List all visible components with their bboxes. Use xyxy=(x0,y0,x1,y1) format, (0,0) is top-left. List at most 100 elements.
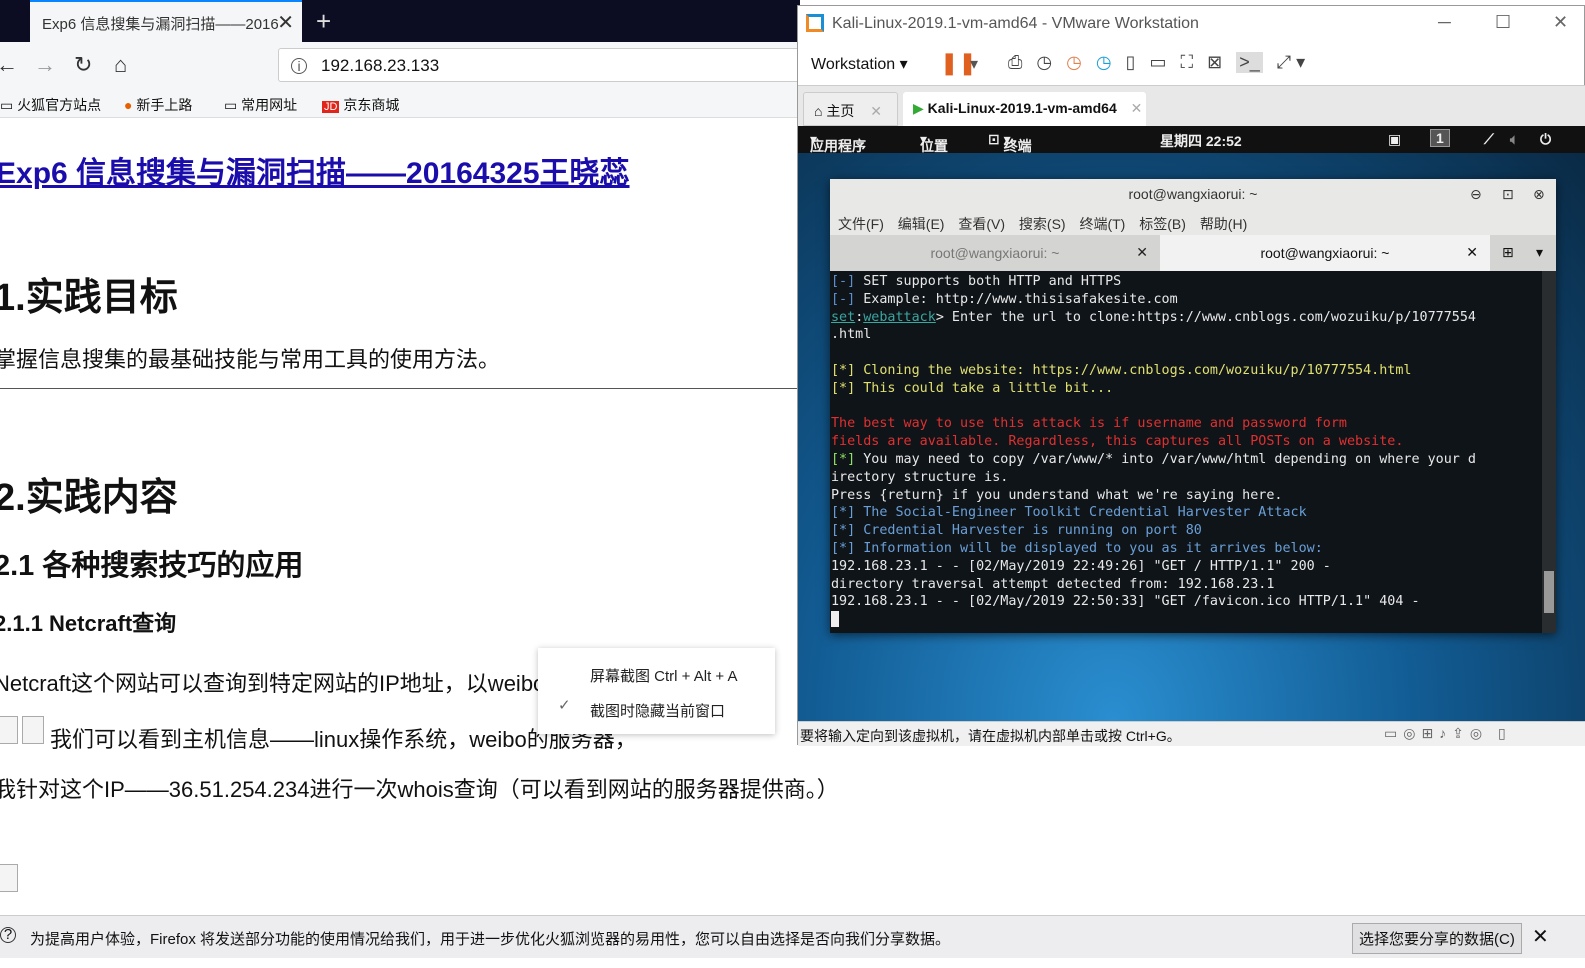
maximize-icon[interactable]: ☐ xyxy=(1495,12,1511,33)
terminal-line: 192.168.23.1 - - [02/May/2019 22:49:26] … xyxy=(831,558,1331,574)
reload-icon[interactable]: ↻ xyxy=(74,52,92,78)
menu-search[interactable]: 搜索(S) xyxy=(1019,216,1066,232)
stretch-icon[interactable]: ⤢ ▾ xyxy=(1277,52,1305,73)
menu-item-screenshot[interactable]: 屏幕截图 Ctrl + Alt + A xyxy=(590,665,738,686)
menu-edit[interactable]: 编辑(E) xyxy=(898,216,945,232)
vmware-window: Kali-Linux-2019.1-vm-amd64 - VMware Work… xyxy=(797,5,1585,746)
terminal-output[interactable]: [-] SET supports both HTTP and HTTPS [-] … xyxy=(830,271,1542,633)
terminal-line: [-] Example: http://www.thisisafakesite.… xyxy=(831,291,1178,307)
tab-title: Exp6 信息搜集与漏洞扫描——2016 xyxy=(42,16,279,33)
close-terminal-icon[interactable]: ⊗ xyxy=(1533,186,1545,203)
console-icon[interactable]: >_ xyxy=(1236,52,1263,73)
forward-icon[interactable]: → xyxy=(34,52,56,78)
toolbar-icons: ⎙ ◷ ◷ ◷ ▯ ▭ ⛶ ⊠ >_ ⤢ ▾ xyxy=(1008,52,1319,73)
heading-content: 2.实践内容 xyxy=(0,477,178,519)
vmware-tabs: ⌂ 主页 ✕ ▶ Kali-Linux-2019.1-vm-amd64 ✕ xyxy=(798,86,1585,126)
new-tab-icon[interactable]: ⊞ xyxy=(1502,244,1514,261)
vmware-title-bar: Kali-Linux-2019.1-vm-amd64 - VMware Work… xyxy=(798,6,1585,42)
dropdown-icon[interactable]: ▾ xyxy=(970,54,978,74)
volume-icon[interactable]: 🔈︎ xyxy=(1510,131,1518,148)
bookmark-getting-started[interactable]: ● 新手上路 xyxy=(124,95,192,115)
clock[interactable]: 星期四 22:52 xyxy=(1160,131,1242,151)
fullscreen-icon[interactable]: ⛶ xyxy=(1180,52,1193,73)
menu-tabs[interactable]: 标签(B) xyxy=(1139,216,1186,232)
navigation-bar: ← → ↻ ⌂ i 192.168.23.133 xyxy=(0,42,808,90)
heading-goal: 1.实践目标 xyxy=(0,277,178,319)
power-icon[interactable]: ⏻ xyxy=(1540,131,1551,148)
terminal-tabs: root@wangxiaorui: ~ ✕ root@wangxiaorui: ~… xyxy=(830,235,1556,271)
firefox-tab-bar: Exp6 信息搜集与漏洞扫描——2016 ✕ + xyxy=(0,0,800,42)
terminal-line: set:webattack> Enter the url to clone:ht… xyxy=(831,309,1476,325)
page-content: Exp6 信息搜集与漏洞扫描——20164325王晓蕊 1.实践目标 掌握信息搜… xyxy=(0,118,839,915)
menu-item-hide-window[interactable]: 截图时隐藏当前窗口 xyxy=(590,700,725,721)
snapshot-manager-icon[interactable]: ◷ xyxy=(1096,52,1112,73)
terminal-line: [*] This could take a little bit... xyxy=(831,380,1114,396)
close-notification-icon[interactable]: ✕ xyxy=(1532,924,1549,949)
menu-help[interactable]: 帮助(H) xyxy=(1200,216,1247,232)
menu-file[interactable]: 文件(F) xyxy=(838,216,884,232)
bookmark-firefox-site[interactable]: ▭ 火狐官方站点 xyxy=(0,95,101,115)
tab-kali-vm[interactable]: ▶ Kali-Linux-2019.1-vm-amd64 ✕ xyxy=(903,92,1146,126)
device-icons[interactable]: ▭◎⊞♪⇪◎ ▯ xyxy=(1384,725,1512,742)
minimize-icon[interactable]: ─ xyxy=(1438,12,1451,33)
thumbnail-icon[interactable]: ▭ xyxy=(1149,52,1166,73)
workstation-menu[interactable]: Workstation ▾ xyxy=(811,54,908,74)
info-icon[interactable]: i xyxy=(291,58,307,74)
applications-menu[interactable]: 应用程序 ▾ xyxy=(810,131,866,154)
article-title-link[interactable]: Exp6 信息搜集与漏洞扫描——20164325王晓蕊 xyxy=(0,148,630,192)
firefox-icon: ● xyxy=(124,97,133,113)
terminal-line: irectory structure is. xyxy=(831,469,1009,485)
unity-icon[interactable]: ⊠ xyxy=(1207,52,1222,73)
revert-snapshot-icon[interactable]: ◷ xyxy=(1066,52,1082,73)
places-menu[interactable]: 位置 ▾ xyxy=(920,131,948,154)
terminal-line: The best way to use this attack is if us… xyxy=(831,416,1347,432)
terminal-tab-1[interactable]: root@wangxiaorui: ~ ✕ xyxy=(830,235,1160,271)
vmware-toolbar: Workstation ▾ ❚❚ ▾ ⎙ ◷ ◷ ◷ ▯ ▭ ⛶ ⊠ >_ ⤢ ▾ xyxy=(798,42,1585,86)
maximize-terminal-icon[interactable]: ⊡ xyxy=(1502,186,1514,203)
new-tab-button[interactable]: + xyxy=(316,6,331,37)
close-window-icon[interactable]: ✕ xyxy=(1553,12,1568,33)
checkmark-icon: ✓ xyxy=(558,697,571,714)
broken-image-icon xyxy=(22,716,44,744)
browser-tab[interactable]: Exp6 信息搜集与漏洞扫描——2016 ✕ xyxy=(30,0,302,42)
terminal-title-bar: root@wangxiaorui: ~ ⊖ ⊡ ⊗ xyxy=(830,179,1556,209)
kali-top-panel: 应用程序 ▾ 位置 ▾ ⊡ 终端 ▾ 星期四 22:52 ▣ 1 ⟋ 🔈︎ ⏻ xyxy=(798,126,1585,154)
send-ctrl-alt-del-icon[interactable]: ⎙ xyxy=(1008,52,1022,73)
help-icon: ? xyxy=(0,927,16,943)
bookmark-common-sites[interactable]: ▭ 常用网址 xyxy=(224,95,297,115)
url-bar[interactable]: i 192.168.23.133 xyxy=(278,48,808,82)
window-title: Kali-Linux-2019.1-vm-amd64 - VMware Work… xyxy=(832,15,1199,32)
snapshot-icon[interactable]: ◷ xyxy=(1036,52,1052,73)
bookmarks-bar: ▭ 火狐官方站点 ● 新手上路 ▭ 常用网址 JD 京东商城 xyxy=(0,90,800,118)
menu-terminal[interactable]: 终端(T) xyxy=(1079,216,1125,232)
library-icon[interactable]: ▯ xyxy=(1126,52,1136,73)
broken-image-icon xyxy=(0,864,18,892)
vmware-logo-icon xyxy=(806,14,824,32)
divider xyxy=(0,388,800,389)
menu-view[interactable]: 查看(V) xyxy=(958,216,1005,232)
tab-home[interactable]: ⌂ 主页 ✕ xyxy=(803,92,898,126)
terminal-tab-2[interactable]: root@wangxiaorui: ~ ✕ xyxy=(1160,235,1490,271)
network-icon[interactable]: ⟋ xyxy=(1484,131,1494,148)
broken-image-icon xyxy=(0,716,18,744)
terminal-line: directory traversal attempt detected fro… xyxy=(831,576,1275,592)
vmware-status-bar: 要将输入定向到该虚拟机，请在虚拟机内部单击或按 Ctrl+G。 ▭◎⊞♪⇪◎ ▯ xyxy=(798,721,1585,746)
notification-bar: ? 为提高用户体验，Firefox 将发送部分功能的使用情况给我们，用于进一步优… xyxy=(0,915,1585,958)
notification-text: 为提高用户体验，Firefox 将发送部分功能的使用情况给我们，用于进一步优化火… xyxy=(30,931,951,948)
back-icon[interactable]: ← xyxy=(0,52,18,78)
paragraph-3: 我针对这个IP——36.51.254.234进行一次whois查询（可以看到网站… xyxy=(0,777,839,802)
bookmark-jd[interactable]: JD 京东商城 xyxy=(322,95,399,115)
terminal-line: [*] Information will be displayed to you… xyxy=(831,540,1323,556)
minimize-terminal-icon[interactable]: ⊖ xyxy=(1470,186,1482,203)
workspace-indicator[interactable]: 1 xyxy=(1430,129,1450,147)
close-tab-icon[interactable]: ✕ xyxy=(277,10,294,35)
terminal-scrollbar[interactable] xyxy=(1542,271,1556,633)
terminal-menu[interactable]: ⊡ 终端 ▾ xyxy=(988,131,1032,154)
tabs-dropdown-icon[interactable]: ▾ xyxy=(1536,244,1543,261)
camera-icon: ▣ xyxy=(1388,131,1402,147)
home-icon[interactable]: ⌂ xyxy=(114,52,127,78)
terminal-line: fields are available. Regardless, this c… xyxy=(831,434,1404,450)
choose-data-button[interactable]: 选择您要分享的数据(C) xyxy=(1352,923,1522,954)
